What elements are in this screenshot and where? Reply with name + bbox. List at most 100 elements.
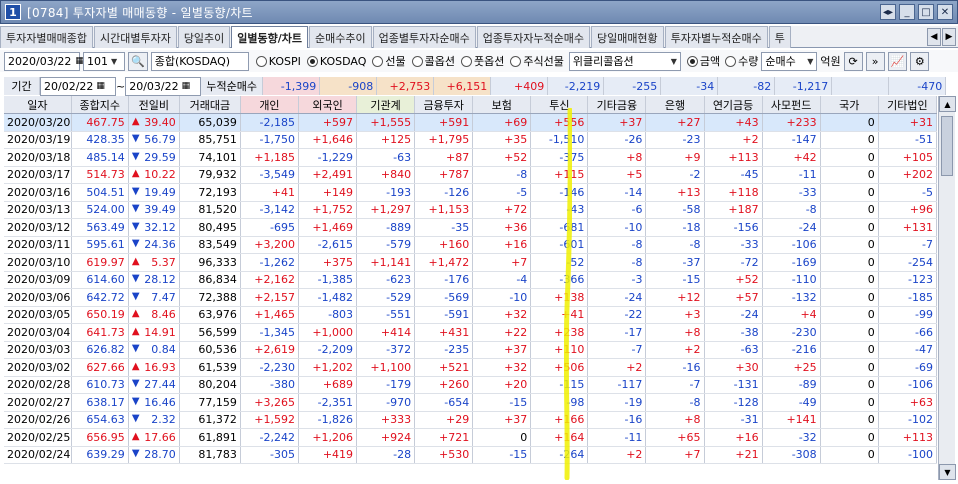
- column-header[interactable]: 기타법인: [878, 96, 938, 114]
- market-radio-5[interactable]: 주식선물: [510, 53, 564, 69]
- column-header[interactable]: 국가: [820, 96, 879, 114]
- vertical-scrollbar[interactable]: ▲ ▼: [938, 96, 956, 480]
- radio-circle-icon[interactable]: [461, 55, 472, 67]
- scroll-down-icon[interactable]: ▼: [939, 464, 956, 480]
- market-radio-4[interactable]: 풋옵션: [461, 53, 504, 69]
- table-row[interactable]: 2020/03/20 467.75 ▲ 39.40 65,039 -2,185 +597 +1…: [4, 113, 938, 132]
- column-header[interactable]: 전일비: [128, 96, 180, 114]
- scroll-up-icon[interactable]: ▲: [939, 96, 956, 112]
- column-header[interactable]: 기관계: [356, 96, 416, 114]
- market-radio-1[interactable]: KOSDAQ: [306, 53, 366, 69]
- tab-next-icon[interactable]: ▶: [942, 28, 956, 46]
- table-row[interactable]: 2020/03/13 524.00 ▼ 39.49 81,520 -3,142 +1,752…: [4, 201, 938, 219]
- tab-7[interactable]: 당일매매현황: [590, 26, 664, 48]
- column-header[interactable]: 금융투자: [414, 96, 474, 114]
- investor-value-cell: +36: [472, 218, 532, 237]
- table-row[interactable]: 2020/02/27 638.17 ▼ 16.46 77,159 +3,265 -2,351…: [4, 393, 938, 412]
- minimize-button[interactable]: _: [899, 4, 915, 20]
- index-cell: 610.73: [71, 376, 129, 394]
- radio-circle-icon[interactable]: [372, 55, 384, 67]
- table-row[interactable]: 2020/03/12 563.49 ▼ 32.12 80,495 -695 +1,469 -8…: [4, 218, 938, 237]
- radio-circle-icon[interactable]: [411, 55, 423, 67]
- calendar-icon[interactable]: ▦: [96, 81, 105, 91]
- tab-4[interactable]: 순매수추이: [309, 26, 372, 48]
- market-radio-2[interactable]: 선물: [372, 53, 406, 69]
- column-header[interactable]: 개인: [240, 96, 299, 114]
- column-header[interactable]: 은행: [645, 96, 705, 114]
- down-triangle-icon: ▼: [131, 343, 140, 355]
- investor-value-cell: -51: [878, 131, 938, 149]
- close-button[interactable]: ✕: [937, 4, 953, 20]
- code-select[interactable]: 101: [83, 51, 125, 71]
- option-select[interactable]: 위클리콜옵션: [568, 51, 681, 71]
- volume-cell: 65,039: [179, 113, 241, 132]
- calendar-icon[interactable]: ▦: [182, 81, 191, 91]
- tab-1[interactable]: 시간대별투자자: [93, 26, 177, 48]
- period-from-field[interactable]: 20/02/22 ▦: [40, 76, 116, 96]
- settings-icon[interactable]: ⚙: [910, 51, 930, 71]
- tab-5[interactable]: 업종별투자자순매수: [372, 26, 476, 48]
- market-radio-3[interactable]: 콜옵션: [411, 53, 455, 69]
- column-header[interactable]: 보험: [472, 96, 532, 114]
- volume-cell: 80,495: [179, 218, 241, 237]
- tab-9[interactable]: 투: [768, 26, 791, 48]
- date-field[interactable]: 2020/03/22 ▦: [4, 51, 84, 71]
- table-row[interactable]: 2020/03/02 627.66 ▲ 16.93 61,539 -2,230 +1,202…: [4, 358, 938, 377]
- table-row[interactable]: 2020/03/17 514.73 ▲ 10.22 79,932 -3,549 +2,491…: [4, 166, 938, 184]
- column-header[interactable]: 사모펀드: [762, 96, 821, 114]
- tab-2[interactable]: 당일추이: [177, 26, 231, 48]
- scroll-thumb[interactable]: [941, 116, 953, 176]
- radio-circle-icon[interactable]: [725, 55, 737, 67]
- amount-radio-1[interactable]: 수량: [725, 53, 758, 69]
- volume-cell: 61,539: [179, 358, 241, 377]
- toggle-icon[interactable]: ◂▸: [880, 4, 896, 20]
- up-triangle-icon: ▲: [131, 325, 140, 337]
- table-row[interactable]: 2020/03/16 504.51 ▼ 19.49 72,193 +41 +149 -193-…: [4, 183, 938, 202]
- period-row: 기간 20/02/22 ▦ ~20/03/22 ▦ 누적순매수 -1,399 -908 +2,7…: [0, 76, 958, 96]
- table-row[interactable]: 2020/03/11 595.61 ▼ 24.36 83,549 +3,200 -2,615…: [4, 236, 938, 254]
- tab-0[interactable]: 투자자별매매종합: [0, 26, 93, 48]
- radio-circle-icon[interactable]: [255, 55, 267, 67]
- volume-cell: 72,388: [179, 288, 241, 307]
- radio-circle-icon[interactable]: [510, 55, 522, 67]
- volume-cell: 56,599: [179, 323, 241, 342]
- next-icon[interactable]: »: [865, 51, 885, 71]
- up-triangle-icon: ▲: [131, 430, 140, 442]
- maximize-button[interactable]: □: [918, 4, 934, 20]
- table-row[interactable]: 2020/03/09 614.60 ▼ 28.12 86,834 +2,162 -1,385…: [4, 271, 938, 289]
- table-row[interactable]: 2020/02/25 656.95 ▲ 17.66 61,891 -2,242 +1,206…: [4, 428, 938, 447]
- net-select[interactable]: 순매수: [761, 51, 818, 71]
- table-row[interactable]: 2020/02/26 654.63 ▼ 2.32 61,372 +1,592 -1,826 +…: [4, 411, 938, 429]
- tab-prev-icon[interactable]: ◀: [927, 28, 941, 46]
- tab-3[interactable]: 일별동향/차트: [231, 26, 309, 48]
- refresh-icon[interactable]: ⟳: [843, 51, 863, 71]
- table-row[interactable]: 2020/03/19 428.35 ▼ 56.79 85,751 -1,750 +1,646…: [4, 131, 938, 149]
- table-row[interactable]: 2020/02/28 610.73 ▼ 27.44 80,204 -380 +689 -179…: [4, 376, 938, 394]
- column-header[interactable]: 종합지수: [71, 96, 129, 114]
- investor-value-cell: +13: [645, 183, 705, 202]
- cumulative-label: 누적순매수: [201, 77, 264, 95]
- table-row[interactable]: 2020/03/18 485.14 ▼ 29.59 74,101 +1,185 -1,229…: [4, 148, 938, 167]
- column-header[interactable]: 일자: [4, 96, 72, 114]
- chart-icon[interactable]: 📈: [887, 51, 908, 71]
- table-row[interactable]: 2020/02/24 639.29 ▼ 28.70 81,783 -305 +419 -28 +…: [4, 446, 938, 464]
- table-row[interactable]: 2020/03/06 642.72 ▼ 7.47 72,388 +2,157 -1,482-…: [4, 288, 938, 307]
- table-row[interactable]: 2020/03/04 641.73 ▲ 14.91 56,599 -1,345 +1,000…: [4, 323, 938, 342]
- amount-radio-0[interactable]: 금액: [686, 53, 720, 69]
- column-header[interactable]: 연기금등: [704, 96, 763, 114]
- table-row[interactable]: 2020/03/10 619.97 ▲ 5.37 96,333 -1,262 +375 +1,…: [4, 253, 938, 272]
- table-row[interactable]: 2020/03/05 650.19 ▲ 8.46 63,976 +1,465 -803 -55…: [4, 306, 938, 324]
- search-icon[interactable]: 🔍: [128, 51, 148, 71]
- tab-8[interactable]: 투자자별누적순매수: [664, 26, 768, 48]
- period-to-field[interactable]: 20/03/22 ▦: [125, 76, 202, 96]
- column-header[interactable]: 거래대금: [179, 96, 241, 114]
- column-header[interactable]: 기타금융: [587, 96, 647, 114]
- table-row[interactable]: 2020/03/03 626.82 ▼ 0.84 60,536 +2,619 -2,209-…: [4, 341, 938, 359]
- investor-value-cell: -264: [530, 446, 589, 464]
- column-header[interactable]: 투신: [530, 96, 589, 114]
- radio-circle-icon[interactable]: [686, 55, 698, 67]
- column-header[interactable]: 외국인: [298, 96, 358, 114]
- market-radio-0[interactable]: KOSPI: [255, 53, 301, 69]
- radio-circle-icon[interactable]: [306, 55, 318, 67]
- tab-6[interactable]: 업종투자자누적순매수: [476, 26, 590, 48]
